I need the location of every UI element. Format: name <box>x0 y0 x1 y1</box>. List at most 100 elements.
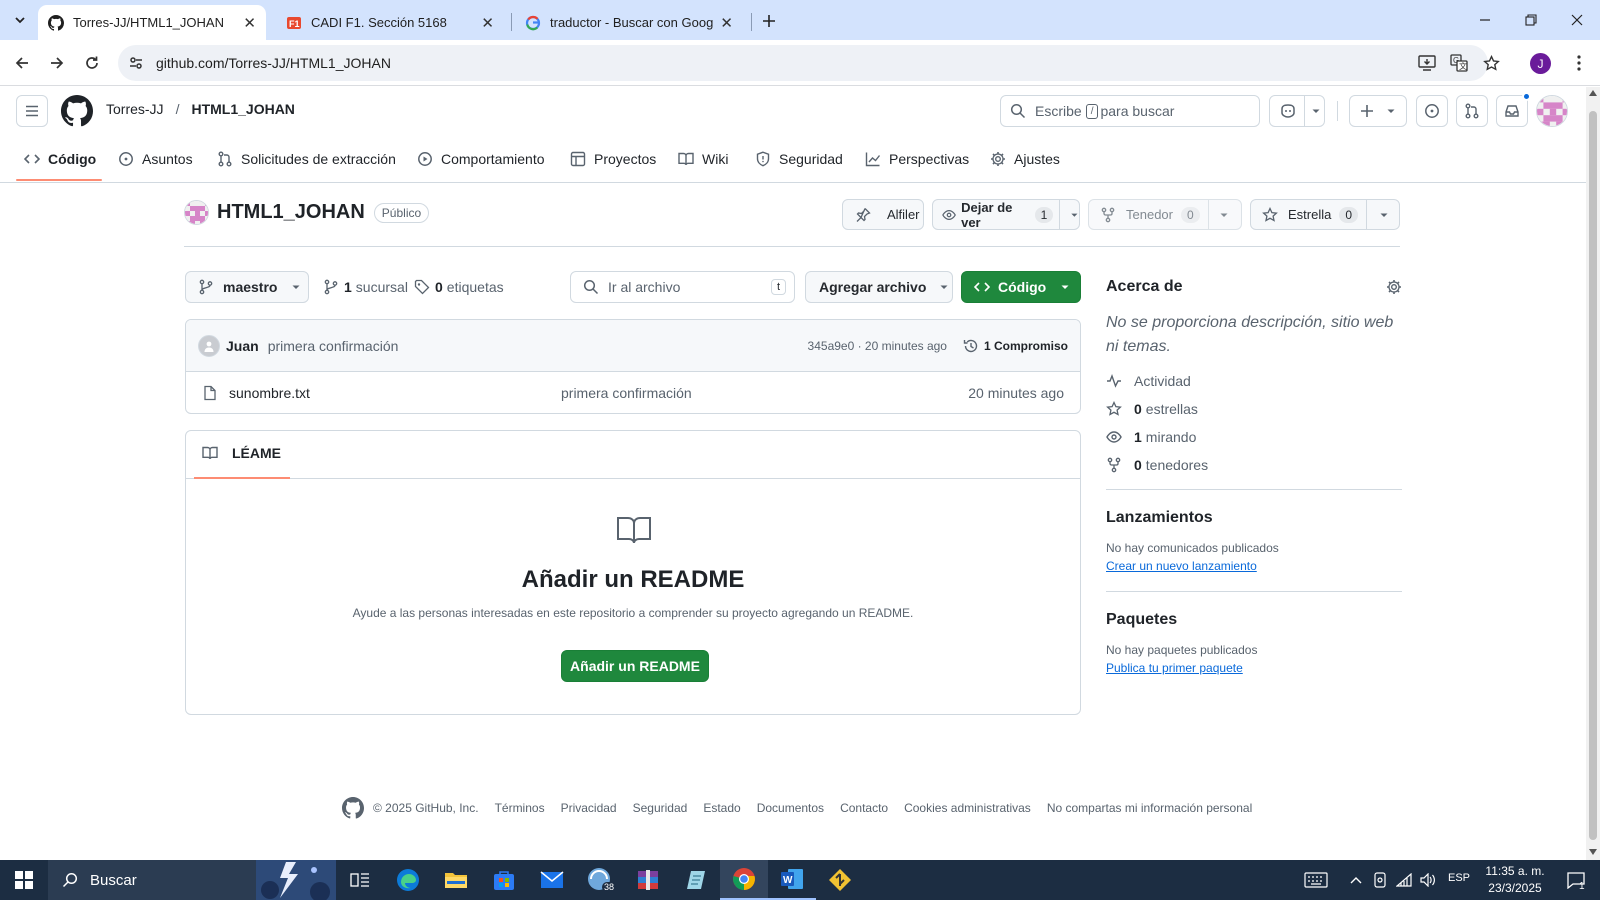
bookmark-button[interactable] <box>1476 48 1506 78</box>
close-icon[interactable]: ✕ <box>243 14 256 32</box>
file-commit-message[interactable]: primera confirmación <box>561 385 968 401</box>
minimize-button[interactable] <box>1462 0 1508 40</box>
notification-center[interactable]: 1 <box>1552 860 1600 900</box>
profile-avatar[interactable]: J <box>1530 53 1551 74</box>
taskbar-git[interactable] <box>816 860 864 900</box>
tab-settings[interactable]: Ajustes <box>990 139 1060 179</box>
taskbar-file-explorer[interactable] <box>432 860 480 900</box>
file-name[interactable]: sunombre.txt <box>229 385 561 401</box>
commit-author-avatar[interactable] <box>198 334 220 357</box>
footer-link-contact[interactable]: Contacto <box>840 801 888 815</box>
tab-security[interactable]: Seguridad <box>755 139 843 179</box>
back-button[interactable] <box>7 48 37 78</box>
commit-hash-time[interactable]: 345a9e0 · 20 minutes ago <box>808 339 947 353</box>
code-button[interactable]: Código <box>961 271 1081 303</box>
tab-pull-requests[interactable]: Solicitudes de extracción <box>217 139 396 179</box>
url-text[interactable]: github.com/Torres-JJ/HTML1_JOHAN <box>156 55 391 71</box>
taskbar-app-badge[interactable]: 38 <box>576 860 624 900</box>
close-icon[interactable]: ✕ <box>720 14 733 32</box>
branches-link[interactable]: 1 sucursal <box>323 279 408 295</box>
footer-link-security[interactable]: Seguridad <box>633 801 688 815</box>
tray-chevron[interactable] <box>1346 860 1366 900</box>
global-menu-button[interactable] <box>16 95 48 127</box>
global-search-input[interactable]: Escribe / para buscar <box>1000 95 1260 127</box>
watch-button[interactable]: Dejar de ver 1 <box>932 199 1080 230</box>
watching-link[interactable]: 1 mirando <box>1106 429 1402 445</box>
pull-requests-button[interactable] <box>1456 95 1488 127</box>
close-icon[interactable]: ✕ <box>481 14 494 32</box>
task-view-button[interactable] <box>336 860 384 900</box>
owner-avatar[interactable] <box>184 200 209 225</box>
footer-link-do-not-share[interactable]: No compartas mi información personal <box>1047 801 1252 815</box>
keyboard-icon-button[interactable] <box>1296 860 1336 900</box>
scroll-down-icon[interactable] <box>1589 849 1597 855</box>
tray-volume[interactable] <box>1416 860 1440 900</box>
pin-button[interactable]: Alfiler <box>842 199 924 230</box>
start-button[interactable] <box>0 860 48 900</box>
footer-link-terms[interactable]: Términos <box>495 801 545 815</box>
commit-message[interactable]: primera confirmación <box>268 338 399 354</box>
chevron-down-icon[interactable] <box>1070 210 1079 220</box>
fork-button[interactable]: Tenedor 0 <box>1088 199 1242 230</box>
tab-projects[interactable]: Proyectos <box>570 139 656 179</box>
translate-button[interactable]: G文 <box>1444 48 1474 78</box>
vertical-scrollbar[interactable] <box>1586 87 1600 860</box>
tray-language[interactable]: ESP <box>1448 872 1470 884</box>
forks-link[interactable]: 0 tenedores <box>1106 457 1402 473</box>
tab-issues[interactable]: Asuntos <box>118 139 193 179</box>
packages-title[interactable]: Paquetes <box>1106 611 1402 629</box>
taskbar-chrome[interactable] <box>720 860 768 900</box>
issues-button[interactable] <box>1416 95 1448 127</box>
taskbar-word[interactable]: W <box>768 860 816 900</box>
omnibox[interactable]: github.com/Torres-JJ/HTML1_JOHAN <box>118 45 1488 81</box>
copilot-button[interactable] <box>1269 95 1325 127</box>
file-row[interactable]: sunombre.txt primera confirmación 20 min… <box>186 372 1080 413</box>
taskbar-store[interactable] <box>480 860 528 900</box>
tray-network[interactable] <box>1392 860 1416 900</box>
readme-tab[interactable]: LÉAME <box>202 445 281 461</box>
taskbar-mail[interactable] <box>528 860 576 900</box>
tags-link[interactable]: 0 etiquetas <box>414 279 504 295</box>
browser-tab-github[interactable]: Torres-JJ/HTML1_JOHAN ✕ <box>38 5 266 40</box>
site-settings-icon[interactable] <box>128 55 144 71</box>
footer-link-cookies[interactable]: Cookies administrativas <box>904 801 1031 815</box>
tray-clock[interactable]: 11:35 a. m. 23/3/2025 <box>1480 863 1550 897</box>
commit-author[interactable]: Juan <box>226 338 259 354</box>
scrollbar-thumb[interactable] <box>1589 111 1597 840</box>
taskbar-winrar[interactable] <box>624 860 672 900</box>
add-file-button[interactable]: Agregar archivo <box>805 271 953 303</box>
user-avatar[interactable] <box>1536 95 1568 127</box>
branch-selector[interactable]: maestro <box>185 271 309 303</box>
gear-icon[interactable] <box>1386 279 1402 295</box>
taskbar-search[interactable]: Buscar <box>48 860 336 900</box>
tray-meet[interactable] <box>1368 860 1392 900</box>
add-readme-button[interactable]: Añadir un README <box>561 650 709 682</box>
go-to-file-input[interactable]: Ir al archivo t <box>570 271 795 303</box>
chevron-down-icon[interactable] <box>1379 210 1389 220</box>
activity-link[interactable]: Actividad <box>1106 373 1402 389</box>
close-window-button[interactable] <box>1554 0 1600 40</box>
footer-link-status[interactable]: Estado <box>703 801 740 815</box>
restore-button[interactable] <box>1508 0 1554 40</box>
chrome-menu-button[interactable] <box>1564 48 1594 78</box>
taskbar-notepad[interactable] <box>672 860 720 900</box>
reload-button[interactable] <box>77 48 107 78</box>
create-new-button[interactable] <box>1349 95 1407 127</box>
publish-package-link[interactable]: Publica tu primer paquete <box>1106 661 1243 675</box>
taskbar-edge[interactable] <box>384 860 432 900</box>
new-tab-button[interactable] <box>756 8 782 34</box>
tab-search-button[interactable] <box>8 8 32 32</box>
commit-history-link[interactable]: 1 Compromiso <box>963 338 1068 354</box>
chevron-down-icon[interactable] <box>1219 210 1229 220</box>
tab-wiki[interactable]: Wiki <box>678 139 728 179</box>
tab-code[interactable]: Código <box>24 139 96 179</box>
create-release-link[interactable]: Crear un nuevo lanzamiento <box>1106 559 1257 573</box>
footer-link-privacy[interactable]: Privacidad <box>561 801 617 815</box>
browser-tab-cadi[interactable]: F1 CADI F1. Sección 5168 ✕ <box>276 5 504 40</box>
tab-insights[interactable]: Perspectivas <box>865 139 969 179</box>
inbox-button[interactable] <box>1496 92 1531 127</box>
releases-title[interactable]: Lanzamientos <box>1106 509 1402 527</box>
scroll-up-icon[interactable] <box>1589 90 1597 96</box>
github-logo-icon[interactable] <box>342 797 364 819</box>
browser-tab-google[interactable]: traductor - Buscar con Google ✕ <box>515 5 743 40</box>
